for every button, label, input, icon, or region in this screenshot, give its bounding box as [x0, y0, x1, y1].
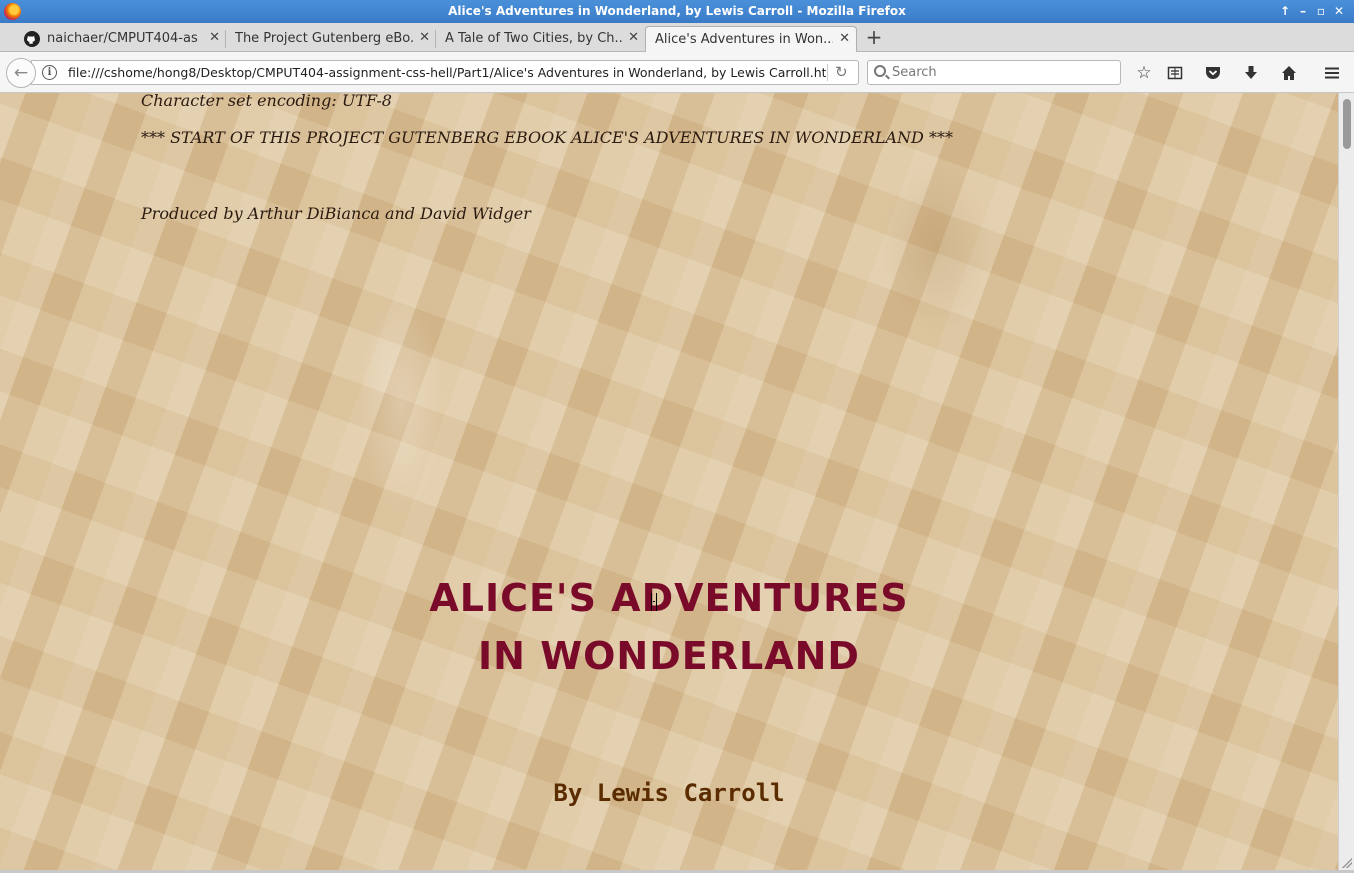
book-title-line-2: IN WONDERLAND [478, 634, 860, 678]
new-tab-icon[interactable]: + [864, 27, 884, 47]
vertical-scrollbar[interactable] [1338, 93, 1354, 870]
reading-list-icon[interactable] [1164, 62, 1186, 84]
close-icon[interactable]: ✕ [1331, 3, 1347, 19]
reload-icon[interactable]: ↻ [835, 63, 848, 81]
tab-close-icon[interactable]: ✕ [628, 30, 639, 45]
url-bar[interactable]: i ↻ [31, 60, 859, 85]
tab-close-icon[interactable]: ✕ [839, 31, 850, 46]
download-icon[interactable] [1240, 62, 1262, 84]
tab-gutenberg[interactable]: The Project Gutenberg eBo... ✕ [226, 26, 436, 52]
window-titlebar: Alice's Adventures in Wonderland, by Lew… [0, 0, 1354, 23]
book-title-line-1: ALICE'S ADVENTURES [429, 576, 909, 620]
bookmark-star-icon[interactable]: ☆ [1133, 62, 1155, 84]
home-icon[interactable] [1278, 62, 1300, 84]
github-icon [24, 31, 40, 47]
menu-icon[interactable] [1321, 62, 1343, 84]
tab-alice-active[interactable]: Alice's Adventures in Won... ✕ [645, 26, 857, 52]
tab-tale-of-two-cities[interactable]: A Tale of Two Cities, by Ch... ✕ [436, 26, 645, 52]
site-info-icon[interactable]: i [42, 65, 57, 80]
produced-by-line: Produced by Arthur DiBianca and David Wi… [141, 204, 531, 223]
page-content: Character set encoding: UTF-8 *** START … [0, 93, 1338, 870]
encoding-line: Character set encoding: UTF-8 [141, 93, 392, 110]
search-icon [874, 65, 886, 77]
minimize-icon[interactable]: – [1295, 3, 1311, 19]
tab-strip: naichaer/CMPUT404-as... ✕ The Project Gu… [0, 23, 1354, 52]
gutenberg-start-line: *** START OF THIS PROJECT GUTENBERG EBOO… [141, 128, 953, 147]
scrollbar-thumb[interactable] [1343, 99, 1351, 149]
window-title: Alice's Adventures in Wonderland, by Lew… [448, 4, 906, 18]
resize-grip-icon[interactable] [1342, 858, 1352, 868]
search-bar[interactable] [867, 60, 1121, 85]
up-arrow-icon[interactable]: ↑ [1277, 3, 1293, 19]
tab-label: Alice's Adventures in Won... [655, 32, 833, 47]
maximize-icon[interactable]: ▫ [1313, 3, 1329, 19]
back-button[interactable]: ← [6, 58, 36, 88]
pocket-icon[interactable] [1202, 62, 1224, 84]
tab-label: A Tale of Two Cities, by Ch... [445, 31, 623, 46]
tab-close-icon[interactable]: ✕ [419, 30, 430, 45]
navigation-toolbar: i ↻ ← ☆ [0, 52, 1354, 93]
back-arrow-icon: ← [13, 63, 29, 83]
url-input[interactable] [68, 63, 826, 82]
tab-label: The Project Gutenberg eBo... [235, 31, 413, 46]
tab-github[interactable]: naichaer/CMPUT404-as... ✕ [14, 26, 226, 52]
book-author: By Lewis Carroll [553, 779, 785, 807]
url-bar-divider [827, 64, 828, 81]
search-input[interactable] [892, 63, 1116, 82]
text-cursor-icon [651, 593, 657, 611]
tab-label: naichaer/CMPUT404-as... [47, 31, 199, 46]
tab-close-icon[interactable]: ✕ [209, 30, 220, 45]
